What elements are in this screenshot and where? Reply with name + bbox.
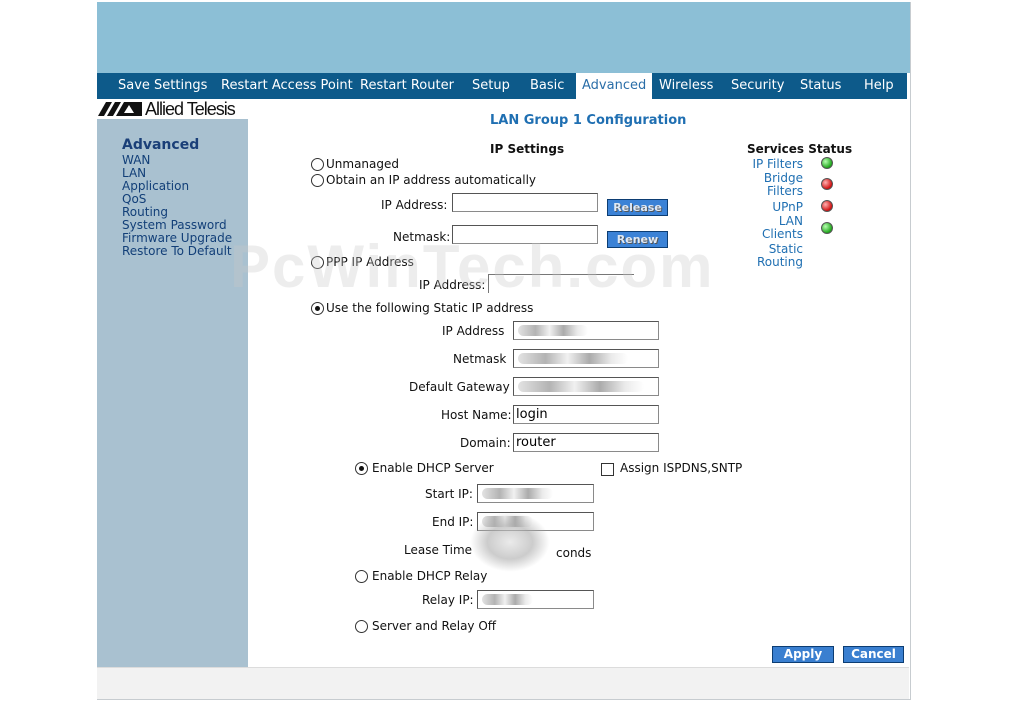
status-red-icon [821, 178, 833, 190]
radio-enable-dhcp-relay[interactable] [355, 570, 368, 583]
nav-security[interactable]: Security [731, 73, 784, 99]
label-end-ip: End IP: [432, 515, 474, 529]
label-relay-ip: Relay IP: [422, 593, 474, 607]
release-button[interactable]: Release [607, 199, 668, 216]
nav-wireless[interactable]: Wireless [659, 73, 713, 99]
nav-basic[interactable]: Basic [530, 73, 564, 99]
redacted-mark [518, 353, 628, 364]
top-nav: Save Settings Restart Access Point Resta… [97, 73, 907, 99]
radio-unmanaged[interactable] [311, 158, 324, 171]
nav-save-settings[interactable]: Save Settings [118, 73, 207, 99]
sidebar-item-lan[interactable]: LAN [122, 166, 146, 180]
page-title: LAN Group 1 Configuration [490, 113, 687, 128]
static-netmask-input[interactable] [513, 349, 659, 368]
sidebar-item-routing[interactable]: Routing [122, 205, 168, 219]
start-ip-input[interactable] [477, 484, 594, 503]
nav-restart-router[interactable]: Restart Router [360, 73, 454, 99]
brand-logo: Allied Telesis [97, 99, 248, 119]
label-server-relay-off: Server and Relay Off [372, 619, 497, 633]
allied-telesis-logo-icon [98, 102, 142, 116]
label-enable-dhcp-relay: Enable DHCP Relay [372, 569, 488, 583]
label-auto-ip: IP Address: [381, 198, 448, 212]
status-green-icon [821, 157, 833, 169]
label-static-netmask: Netmask [453, 352, 507, 366]
label-start-ip: Start IP: [425, 487, 473, 501]
checkbox-assign-ispdns[interactable] [601, 463, 614, 476]
redacted-mark [518, 325, 588, 336]
label-lease-units: conds [556, 546, 592, 560]
nav-status[interactable]: Status [800, 73, 841, 99]
service-upnp[interactable]: UPnP [737, 200, 803, 214]
nav-setup[interactable]: Setup [472, 73, 510, 99]
sidebar-item-system-password[interactable]: System Password [122, 218, 227, 232]
sidebar: Advanced WAN LAN Application QoS Routing… [97, 119, 248, 667]
nav-help[interactable]: Help [864, 73, 894, 99]
radio-enable-dhcp-server[interactable] [355, 462, 368, 475]
status-green-icon [821, 222, 833, 234]
logo-text: Allied Telesis [145, 99, 236, 119]
redacted-mark [482, 488, 553, 499]
nav-restart-access-point[interactable]: Restart Access Point [221, 73, 353, 99]
status-red-icon [821, 200, 833, 212]
auto-ip-input[interactable] [452, 193, 598, 212]
radio-static[interactable] [311, 302, 324, 315]
watermark: PcWinTech.com [230, 233, 715, 300]
cancel-button[interactable]: Cancel [843, 646, 904, 663]
label-default-gateway: Default Gateway [409, 380, 510, 394]
label-unmanaged: Unmanaged [326, 157, 400, 171]
service-ip-filters[interactable]: IP Filters [737, 157, 803, 171]
label-enable-dhcp-server: Enable DHCP Server [372, 461, 494, 475]
ip-settings-heading: IP Settings [490, 142, 565, 156]
nav-advanced[interactable]: Advanced [576, 73, 653, 99]
service-static-routing[interactable]: Static Routing [747, 243, 803, 269]
label-assign-ispdns: Assign ISPDNS,SNTP [620, 461, 743, 475]
default-gateway-input[interactable] [513, 377, 659, 396]
label-domain: Domain: [460, 436, 511, 450]
radio-obtain-auto[interactable] [311, 174, 324, 187]
label-lease-time: Lease Time [404, 543, 473, 557]
sidebar-item-wan[interactable]: WAN [122, 153, 150, 167]
redacted-mark [518, 381, 644, 392]
static-ip-input[interactable] [513, 321, 659, 340]
sidebar-item-restore-default[interactable]: Restore To Default [122, 244, 232, 258]
label-static: Use the following Static IP address [326, 301, 534, 315]
radio-server-relay-off[interactable] [355, 620, 368, 633]
host-name-input[interactable]: login [513, 405, 659, 424]
service-lan-clients[interactable]: LAN Clients [752, 215, 803, 241]
sidebar-title: Advanced [122, 137, 200, 153]
services-status-heading: Services Status [747, 142, 853, 156]
service-bridge-filters[interactable]: Bridge Filters [747, 172, 803, 198]
label-host-name: Host Name: [441, 408, 512, 422]
apply-button[interactable]: Apply [772, 646, 834, 663]
sidebar-item-firmware-upgrade[interactable]: Firmware Upgrade [122, 231, 232, 245]
redacted-lease-mark [470, 512, 550, 572]
header-banner [97, 2, 910, 73]
footer-bar [97, 667, 909, 699]
relay-ip-input[interactable] [477, 590, 594, 609]
redacted-mark [482, 594, 533, 605]
sidebar-item-qos[interactable]: QoS [122, 192, 146, 206]
label-obtain-auto: Obtain an IP address automatically [326, 173, 537, 187]
label-static-ip: IP Address [442, 324, 505, 338]
domain-input[interactable]: router [513, 433, 659, 452]
sidebar-item-application[interactable]: Application [122, 179, 189, 193]
